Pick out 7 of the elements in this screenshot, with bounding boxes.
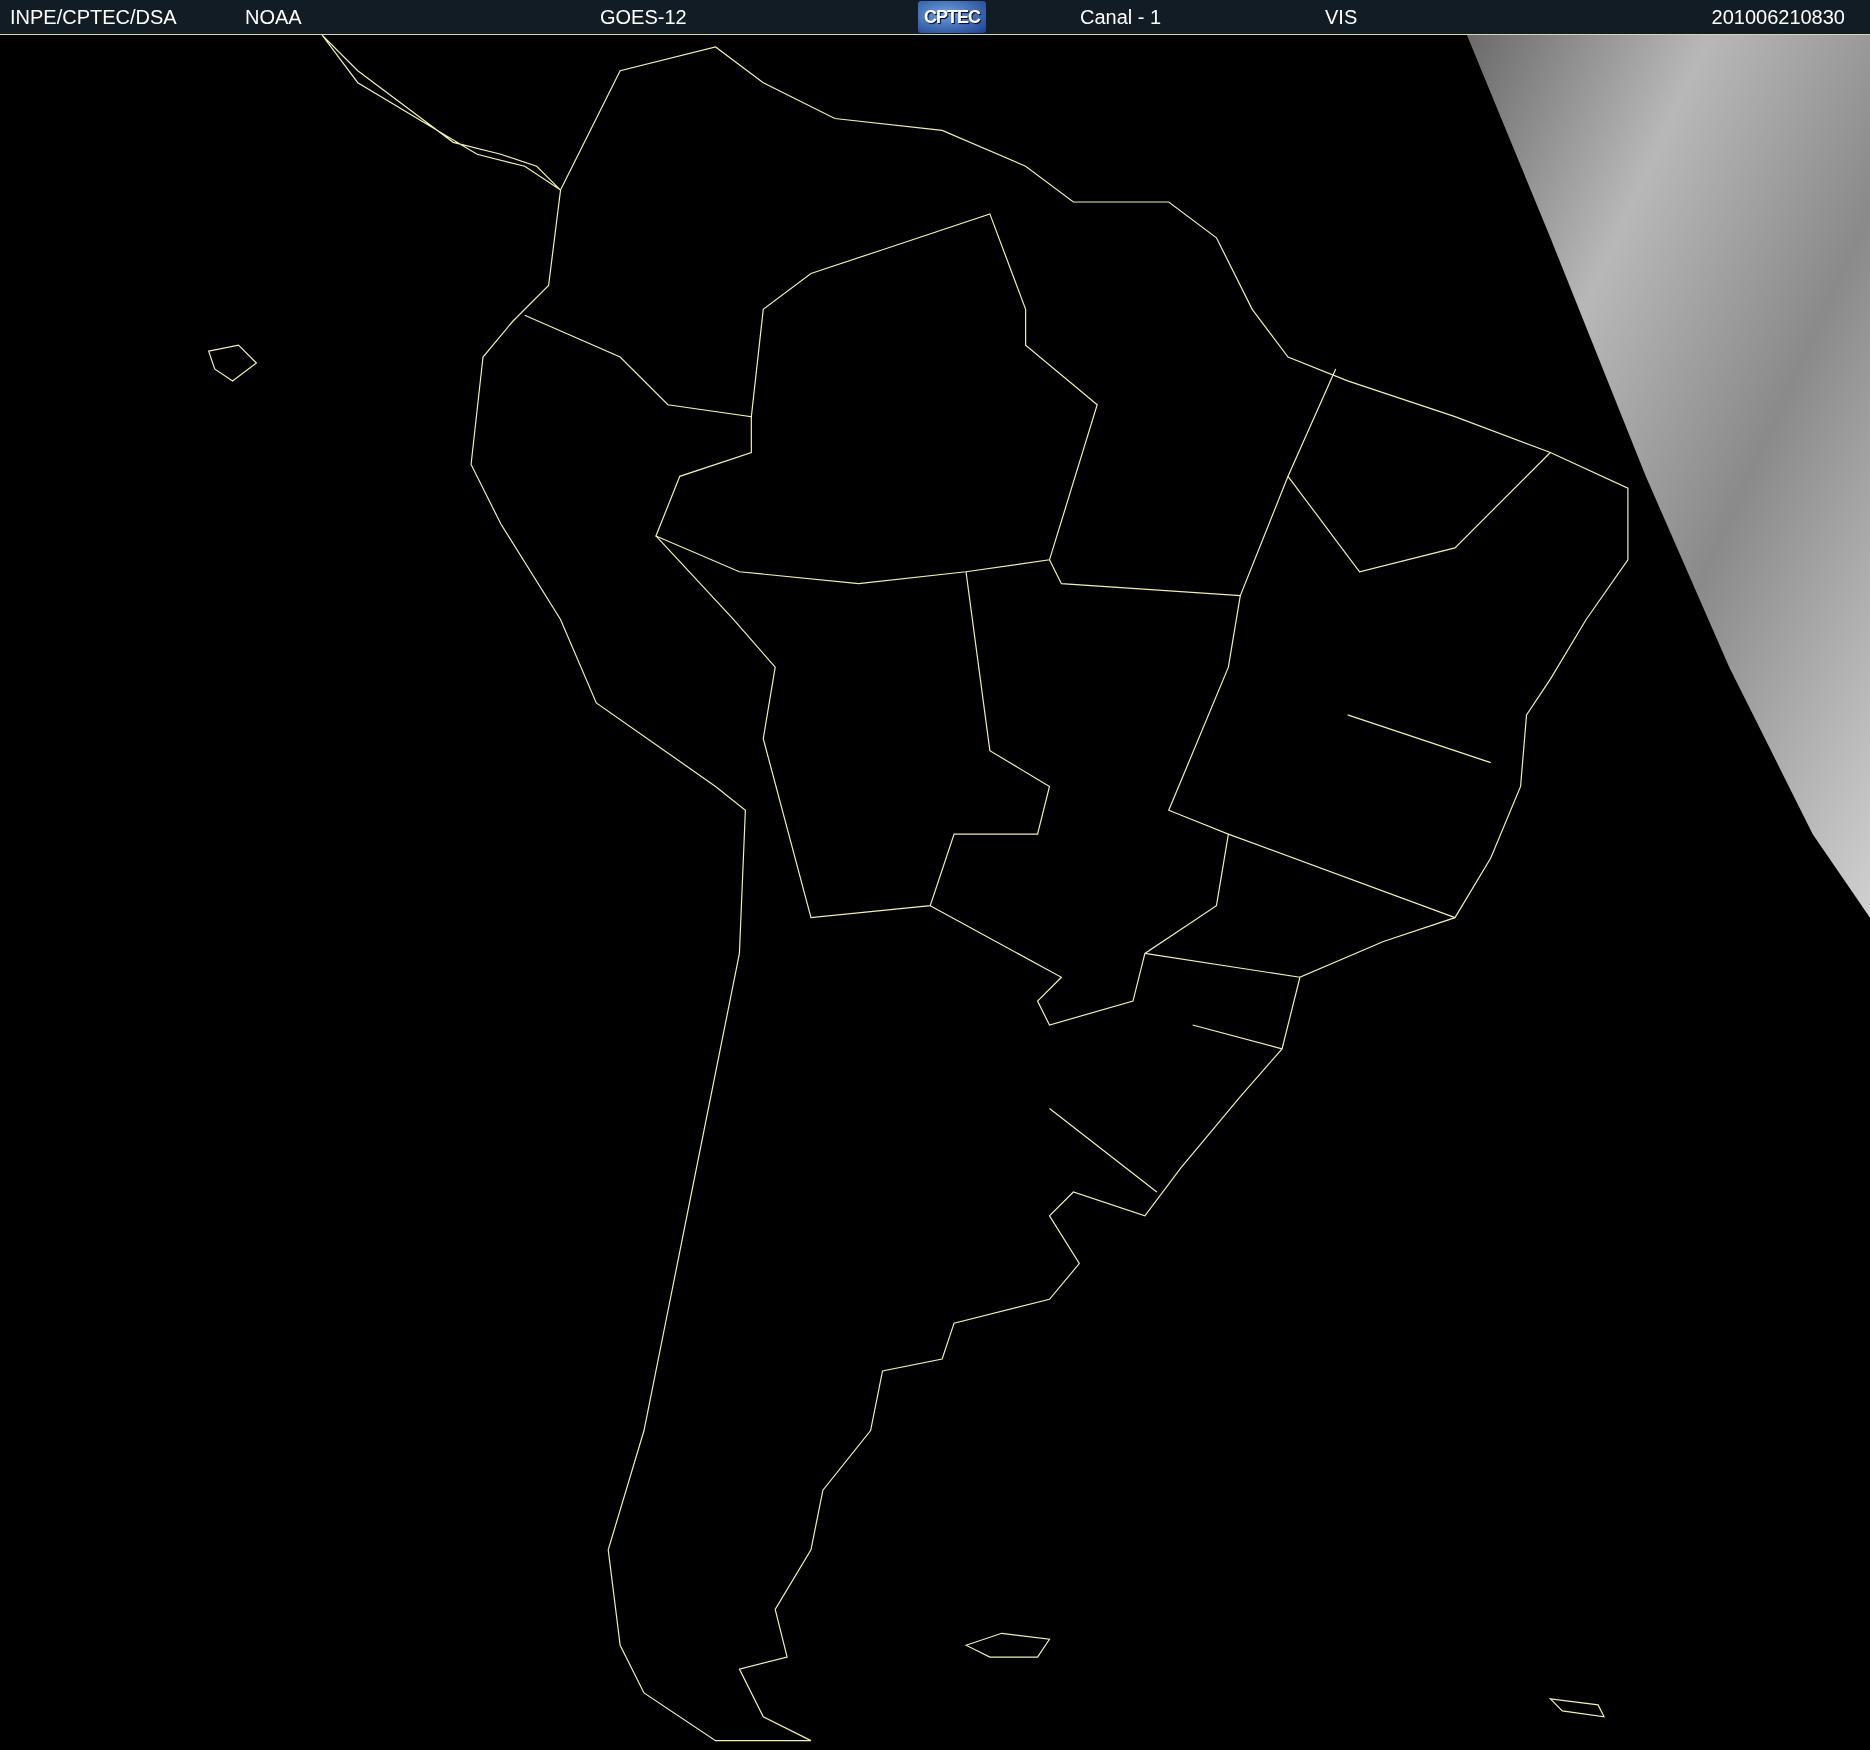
header-label: NOAA: [245, 5, 302, 29]
header-label: GOES-12: [600, 5, 687, 29]
header-label: 201006210830: [1711, 5, 1845, 29]
cptec-logo: CPTEC: [918, 1, 986, 33]
header-label: Canal - 1: [1080, 5, 1162, 29]
header-label: VIS: [1325, 5, 1358, 29]
header-label: INPE/CPTEC/DSA: [10, 5, 177, 29]
